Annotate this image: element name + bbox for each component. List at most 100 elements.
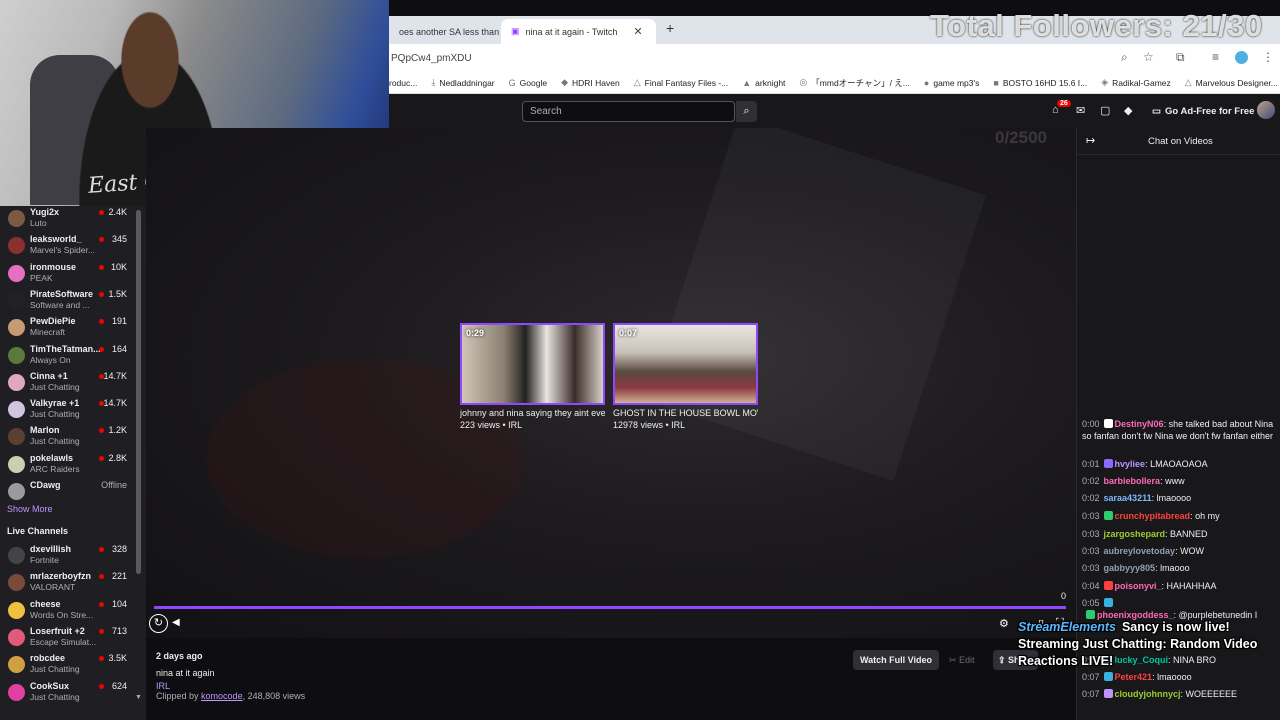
profile-icon[interactable] <box>1235 51 1248 64</box>
user-avatar[interactable] <box>1257 101 1275 119</box>
sidebar-channel[interactable]: pokelawls ARC Raiders 2.8K <box>0 452 140 479</box>
channel-name: dxevillish <box>30 544 72 554</box>
scroll-down-icon[interactable]: ▼ <box>135 694 142 701</box>
live-channels-heading: Live Channels <box>7 526 69 536</box>
sidebar-channel[interactable]: Loserfruit +2 Escape Simulat... 713 <box>0 625 140 652</box>
recommended-clip-card[interactable]: 0:07 GHOST IN THE HOUSE BOWL MOV... 1297… <box>613 323 758 430</box>
bookmark[interactable]: ● game mp3's <box>924 78 979 88</box>
menu-kebab-icon[interactable]: ⋮ <box>1262 50 1274 64</box>
clip-title[interactable]: johnny and nina saying they aint eve <box>460 408 605 418</box>
volume-icon[interactable]: ◀ <box>172 617 180 628</box>
url-text[interactable]: PQpCw4_pmXDU <box>391 53 472 64</box>
new-tab-icon[interactable]: + <box>666 20 674 36</box>
sidebar-channel[interactable]: ironmouse PEAK 10K <box>0 261 140 288</box>
channel-name: Valkyrae +1 <box>30 398 80 409</box>
whispers-icon[interactable]: ▢ <box>1100 104 1110 117</box>
chat-username[interactable]: Peter421 <box>1115 672 1153 682</box>
show-more-link[interactable]: Show More <box>7 504 53 514</box>
sidebar-channel[interactable]: robcdee Just Chatting 3.5K <box>0 652 140 679</box>
bookmark-star-icon[interactable]: ☆ <box>1143 50 1154 64</box>
watch-full-video-button[interactable]: Watch Full Video <box>853 650 940 670</box>
chat-username[interactable]: crunchypitabread <box>1115 511 1191 521</box>
search-input[interactable]: Search <box>522 101 735 122</box>
bookmark[interactable]: ⤓ Nedladdningar <box>431 77 494 88</box>
bookmark[interactable]: ◆ HDRI Haven <box>561 77 620 88</box>
collapse-chat-icon[interactable]: ↦ <box>1086 134 1095 147</box>
browser-tab-active[interactable]: ▣ nina at it again - Twitch ✕ <box>501 19 656 44</box>
search-icon[interactable]: ⌕ <box>736 101 757 122</box>
chat-username[interactable]: aubreylovetoday <box>1104 546 1176 556</box>
replay-icon[interactable]: ↻ <box>149 614 168 633</box>
prime-loot-icon[interactable]: ◆ <box>1124 104 1132 117</box>
bookmark[interactable]: roduc... <box>389 78 417 88</box>
settings-gear-icon[interactable]: ⚙ <box>999 617 1009 630</box>
sidebar-channel[interactable]: PewDiePie Minecraft 191 <box>0 315 140 342</box>
clip-title[interactable]: GHOST IN THE HOUSE BOWL MOV... <box>613 408 758 418</box>
clip-thumbnail[interactable]: 0:29 <box>460 323 605 405</box>
chat-timestamp[interactable]: 0:05 <box>1082 598 1100 608</box>
chat-timestamp[interactable]: 0:07 <box>1082 672 1100 682</box>
chat-timestamp[interactable]: 0:03 <box>1082 529 1100 539</box>
progress-bar[interactable] <box>154 606 1066 609</box>
extensions-icon[interactable]: ⧉ <box>1176 50 1185 65</box>
live-indicator <box>99 264 104 270</box>
chat-timestamp[interactable]: 0:04 <box>1082 581 1100 591</box>
chat-username[interactable]: cloudyjohnnycj <box>1115 689 1181 699</box>
channel-game: Just Chatting <box>30 409 80 420</box>
clip-category-link[interactable]: IRL <box>156 681 170 691</box>
chat-timestamp[interactable]: 0:00 <box>1082 419 1100 429</box>
sidebar-channel[interactable]: TimTheTatman... Always On 164 <box>0 343 140 370</box>
chat-username[interactable]: barbiebollera <box>1104 476 1161 486</box>
chat-username[interactable]: hvyliee <box>1115 459 1146 469</box>
chat-timestamp[interactable]: 0:07 <box>1082 689 1100 699</box>
viewer-count: 3.5K <box>108 653 127 664</box>
chat-username[interactable]: poisonyvi_ <box>1115 581 1162 591</box>
sidebar-channel[interactable]: Valkyrae +1 Just Chatting 14.7K <box>0 397 140 424</box>
bookmark[interactable]: ■ BOSTO 16HD 15.6 I... <box>993 78 1087 88</box>
bookmark[interactable]: ◈ Radikal-Gamez <box>1101 77 1171 88</box>
edit-button[interactable]: ✂ Edit <box>944 650 980 670</box>
chat-username[interactable]: saraa43211 <box>1104 493 1152 503</box>
video-player[interactable]: 0:29 johnny and nina saying they aint ev… <box>146 128 1076 638</box>
chat-timestamp[interactable]: 0:01 <box>1082 459 1100 469</box>
sidebar-scrollbar[interactable] <box>136 210 141 574</box>
viewer-count: 1.5K <box>108 288 127 299</box>
bookmark[interactable]: △ Final Fantasy Files -... <box>634 77 729 88</box>
sidebar-channel[interactable]: mrlazerboyfzn VALORANT 221 <box>0 570 140 597</box>
viewer-count: 2.8K <box>108 452 127 463</box>
chat-timestamp[interactable]: 0:02 <box>1082 476 1100 486</box>
chat-timestamp[interactable]: 0:03 <box>1082 511 1100 521</box>
sidebar-channel[interactable]: leaksworld_ Marvel's Spider... 345 <box>0 233 140 260</box>
bookmark[interactable]: △ Marvelous Designer... <box>1185 77 1278 88</box>
zoom-icon[interactable]: ⌕ <box>1121 50 1128 65</box>
channel-avatar <box>8 455 25 473</box>
chat-username[interactable]: jzargoshepard <box>1104 529 1166 539</box>
bookmark[interactable]: ◎ 「mmdオーチャン」/ え... <box>799 77 909 89</box>
chat-timestamp[interactable]: 0:03 <box>1082 563 1100 573</box>
bookmark[interactable]: G Google <box>509 78 547 88</box>
ad-free-label: Go Ad-Free for Free <box>1164 105 1255 117</box>
chat-username[interactable]: DestinyN06 <box>1115 419 1164 429</box>
clip-views: , 248,808 views <box>242 691 306 701</box>
sidebar-channel[interactable]: CookSux Just Chatting 624 <box>0 680 140 707</box>
channel-name: mrlazerboyfzn <box>30 571 92 582</box>
sidebar-channel[interactable]: Cinna +1 Just Chatting 14.7K <box>0 370 140 397</box>
clipper-link[interactable]: komocode <box>201 691 243 701</box>
bookmark[interactable]: ▲ arknight <box>742 78 785 88</box>
sidebar-channel[interactable]: CDawg Offline <box>0 479 140 506</box>
clip-thumbnail[interactable]: 0:07 <box>613 323 758 405</box>
ad-free-button[interactable]: ▭ Go Ad-Free for Free <box>1148 101 1258 121</box>
sidebar-channel[interactable]: Yugi2x Luto 2.4K <box>0 206 140 233</box>
sidebar-channel[interactable]: cheese Words On Stre... 104 <box>0 598 140 625</box>
recommended-clip-card[interactable]: 0:29 johnny and nina saying they aint ev… <box>460 323 605 430</box>
follower-goal-overlay: Total Followers: 21/30 <box>930 8 1263 43</box>
media-icon[interactable]: ≡ <box>1212 50 1219 64</box>
chat-timestamp[interactable]: 0:02 <box>1082 493 1100 503</box>
close-tab-icon[interactable]: ✕ <box>633 25 642 38</box>
sidebar-channel[interactable]: dxevillish Fortnite 328 <box>0 543 140 570</box>
chat-username[interactable]: gabbyyy805 <box>1104 563 1156 573</box>
inbox-icon[interactable]: ✉ <box>1076 104 1085 117</box>
sidebar-channel[interactable]: PirateSoftware Software and ... 1.5K <box>0 288 140 315</box>
sidebar-channel[interactable]: Marlon Just Chatting 1.2K <box>0 424 140 451</box>
chat-timestamp[interactable]: 0:03 <box>1082 546 1100 556</box>
